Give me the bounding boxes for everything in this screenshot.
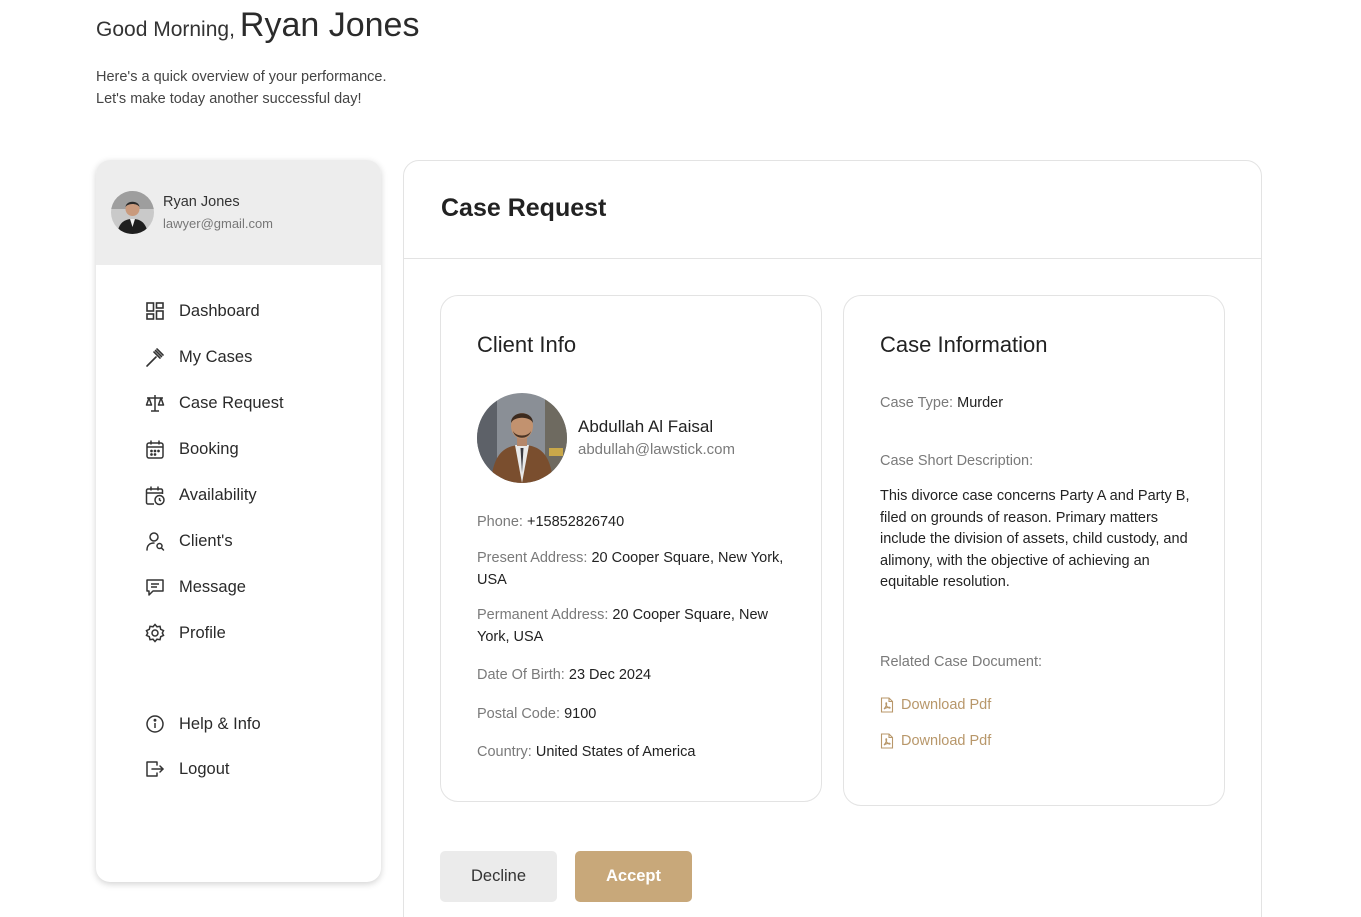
user-search-icon bbox=[146, 532, 165, 551]
case-request-panel: Case Request Client Info Abdullah Al Fai… bbox=[403, 160, 1262, 917]
info-icon bbox=[146, 715, 164, 733]
sidebar: Ryan Jones lawyer@gmail.com Dashboard My… bbox=[96, 160, 381, 882]
subtitle-line: Here's a quick overview of your performa… bbox=[96, 69, 387, 85]
sidebar-item-label: Message bbox=[179, 577, 246, 596]
greeting-user-name: Ryan Jones bbox=[239, 6, 420, 44]
case-information-card: Case Information Case Type: Murder Case … bbox=[843, 295, 1225, 806]
field-label: Case Type: bbox=[880, 395, 954, 411]
download-pdf-link[interactable]: Download Pdf bbox=[880, 733, 991, 749]
gavel-icon bbox=[146, 348, 164, 367]
field-label: Country: bbox=[477, 744, 532, 760]
calendar-icon bbox=[146, 440, 164, 459]
sidebar-profile[interactable]: Ryan Jones lawyer@gmail.com bbox=[96, 160, 381, 265]
sidebar-item-label: Client's bbox=[179, 531, 233, 550]
sidebar-item-dashboard[interactable]: Dashboard bbox=[144, 300, 260, 322]
client-postal-code: Postal Code: 9100 bbox=[477, 703, 787, 725]
case-description: This divorce case concerns Party A and P… bbox=[880, 488, 1190, 591]
field-label: Present Address: bbox=[477, 550, 588, 566]
field-label: Phone: bbox=[477, 514, 523, 530]
field-label: Permanent Address: bbox=[477, 607, 609, 623]
client-avatar bbox=[477, 393, 567, 483]
related-document-label: Related Case Document: bbox=[880, 651, 1200, 673]
client-info-card: Client Info Abdullah Al Faisal abdullah@… bbox=[440, 295, 822, 802]
sidebar-item-help-info[interactable]: Help & Info bbox=[144, 713, 261, 735]
client-phone: Phone: +15852826740 bbox=[477, 511, 787, 533]
profile-name: Ryan Jones bbox=[163, 194, 240, 210]
field-label: Date Of Birth: bbox=[477, 667, 565, 683]
field-label: Postal Code: bbox=[477, 706, 561, 722]
greeting-subtitle: Here's a quick overview of your performa… bbox=[96, 66, 386, 110]
sidebar-item-label: Booking bbox=[179, 439, 239, 458]
calendar-clock-icon bbox=[145, 486, 165, 506]
accept-button[interactable]: Accept bbox=[575, 851, 692, 902]
field-value: United States of America bbox=[535, 744, 696, 760]
download-pdf-link[interactable]: Download Pdf bbox=[880, 697, 991, 713]
case-information-title: Case Information bbox=[880, 332, 1048, 357]
sidebar-item-availability[interactable]: Availability bbox=[144, 484, 257, 506]
download-pdf-label: Download Pdf bbox=[901, 697, 992, 713]
scale-icon bbox=[145, 395, 165, 412]
client-name: Abdullah Al Faisal bbox=[578, 417, 714, 436]
decline-button[interactable]: Decline bbox=[440, 851, 557, 902]
greeting-prefix: Good Morning, bbox=[96, 18, 235, 41]
case-type: Case Type: Murder bbox=[880, 392, 1200, 414]
sidebar-item-label: My Cases bbox=[179, 347, 253, 366]
field-value: +15852826740 bbox=[527, 514, 625, 530]
client-dob: Date Of Birth: 23 Dec 2024 bbox=[477, 664, 787, 686]
field-value: 23 Dec 2024 bbox=[568, 667, 652, 683]
client-info-title: Client Info bbox=[477, 332, 577, 357]
sidebar-item-label: Case Request bbox=[179, 393, 284, 412]
sidebar-item-clients[interactable]: Client's bbox=[144, 530, 233, 552]
sidebar-item-label: Dashboard bbox=[179, 301, 260, 320]
greeting: Good Morning, Ryan Jones bbox=[96, 6, 419, 45]
avatar bbox=[111, 191, 154, 234]
gear-icon bbox=[145, 623, 165, 643]
profile-email: lawyer@gmail.com bbox=[163, 216, 273, 231]
divider bbox=[404, 258, 1261, 259]
sidebar-item-logout[interactable]: Logout bbox=[144, 758, 229, 780]
field-value: 9100 bbox=[564, 706, 597, 722]
sidebar-item-label: Profile bbox=[179, 623, 226, 642]
sidebar-item-my-cases[interactable]: My Cases bbox=[144, 346, 252, 368]
client-email: abdullah@lawstick.com bbox=[578, 441, 735, 458]
client-country: Country: United States of America bbox=[477, 741, 787, 763]
sidebar-item-label: Help & Info bbox=[179, 714, 261, 733]
download-pdf-label: Download Pdf bbox=[901, 733, 992, 749]
sidebar-item-booking[interactable]: Booking bbox=[144, 438, 239, 460]
pdf-file-icon bbox=[880, 697, 894, 713]
field-label: Related Case Document: bbox=[880, 654, 1042, 670]
message-icon bbox=[146, 579, 164, 596]
field-value: Murder bbox=[957, 395, 1004, 411]
field-label: Case Short Description: bbox=[880, 453, 1034, 469]
sidebar-item-label: Logout bbox=[179, 759, 230, 778]
case-description-label: Case Short Description: bbox=[880, 450, 1200, 472]
pdf-file-icon bbox=[880, 733, 894, 749]
client-permanent-address: Permanent Address: 20 Cooper Square, New… bbox=[477, 604, 787, 648]
dashboard-icon bbox=[146, 302, 164, 320]
sidebar-item-case-request[interactable]: Case Request bbox=[144, 392, 284, 414]
sidebar-item-profile[interactable]: Profile bbox=[144, 622, 226, 644]
logout-icon bbox=[146, 761, 164, 777]
sidebar-item-message[interactable]: Message bbox=[144, 576, 246, 598]
subtitle-line: Let's make today another successful day! bbox=[96, 91, 362, 107]
client-present-address: Present Address: 20 Cooper Square, New Y… bbox=[477, 547, 787, 591]
sidebar-item-label: Availability bbox=[179, 485, 257, 504]
page-title: Case Request bbox=[441, 194, 607, 222]
